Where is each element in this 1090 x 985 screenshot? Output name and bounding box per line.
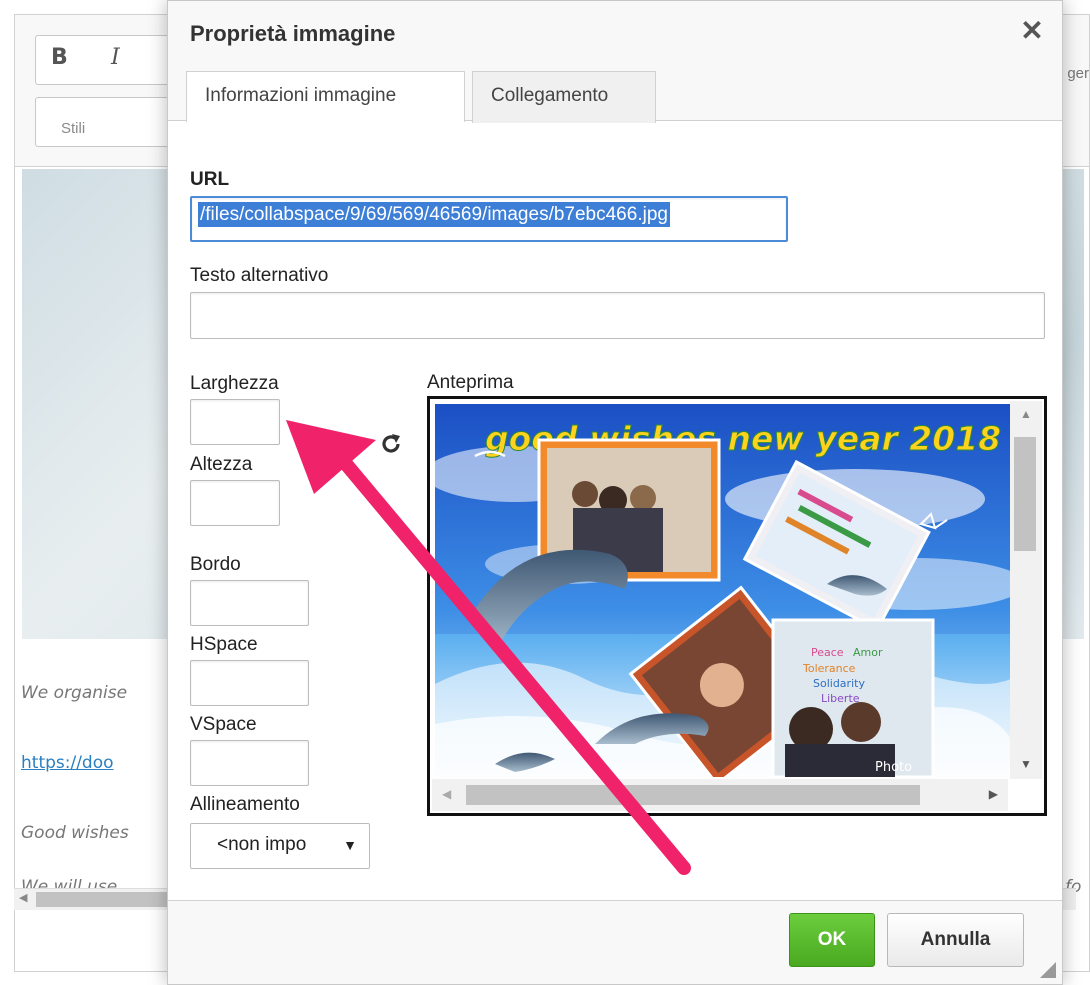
url-input-value: /files/collabspace/9/69/569/46569/images… — [198, 202, 670, 227]
preview-board-word: Solidarity — [813, 677, 865, 690]
scroll-left-icon[interactable]: ◀ — [19, 891, 27, 904]
chevron-down-icon: ▼ — [343, 837, 357, 853]
vspace-input[interactable] — [190, 740, 309, 786]
url-label: URL — [190, 169, 230, 190]
dialog-title: Proprietà immagine — [190, 21, 396, 46]
preview-photo-tag: Photo — [875, 760, 912, 775]
scroll-down-icon[interactable]: ▼ — [1020, 757, 1032, 771]
border-label: Bordo — [190, 554, 241, 575]
preview-vertical-scrollbar[interactable]: ▲ ▼ — [1010, 401, 1042, 779]
dialog-footer: OK Annulla — [168, 900, 1062, 984]
ok-button[interactable]: OK — [789, 913, 875, 967]
image-properties-dialog: Proprietà immagine ✕ Informazioni immagi… — [167, 0, 1063, 985]
url-input[interactable]: /files/collabspace/9/69/569/46569/images… — [190, 196, 788, 242]
height-label: Altezza — [190, 454, 253, 475]
preview-board-word: Amor — [853, 646, 883, 659]
reset-size-icon[interactable] — [378, 431, 404, 457]
content-line: Good wishes — [21, 823, 129, 843]
resize-grip-icon[interactable] — [1040, 962, 1056, 978]
tab-link[interactable]: Collegamento — [472, 71, 656, 123]
cancel-button[interactable]: Annulla — [887, 913, 1024, 967]
vspace-label: VSpace — [190, 714, 257, 735]
scrollbar-thumb[interactable] — [466, 785, 920, 805]
scrollbar-thumb[interactable] — [1014, 437, 1036, 551]
alignment-select[interactable]: <non impo ▼ — [190, 823, 370, 869]
dialog-header: Proprietà immagine ✕ Informazioni immagi… — [168, 1, 1062, 123]
alignment-selected-value: <non impo — [217, 834, 307, 855]
preview-image: good wishes new year 2018 Peace Amor Tol… — [435, 404, 1011, 777]
italic-button[interactable]: I — [111, 45, 120, 70]
scroll-left-icon[interactable]: ◀ — [442, 787, 451, 801]
lock-ratio-icon[interactable] — [333, 435, 355, 459]
border-input[interactable] — [190, 580, 309, 626]
close-icon[interactable]: ✕ — [1016, 15, 1048, 47]
content-line: We organise — [21, 683, 128, 703]
styles-dropdown-label: Stili — [61, 120, 86, 137]
width-input[interactable] — [190, 399, 280, 445]
preview-label: Anteprima — [427, 372, 514, 393]
scroll-right-icon[interactable]: ▶ — [989, 787, 998, 801]
preview-horizontal-scrollbar[interactable]: ◀ ▶ — [432, 779, 1008, 811]
preview-board-word: Liberte — [821, 692, 860, 705]
width-label: Larghezza — [190, 373, 279, 394]
height-input[interactable] — [190, 480, 280, 526]
hspace-label: HSpace — [190, 634, 258, 655]
scroll-up-icon[interactable]: ▲ — [1020, 407, 1032, 421]
image-preview: good wishes new year 2018 Peace Amor Tol… — [427, 396, 1047, 816]
alt-text-input[interactable] — [190, 292, 1045, 339]
preview-board-word: Peace — [811, 646, 844, 659]
content-link[interactable]: https://doo — [21, 753, 114, 773]
alignment-label: Allineamento — [190, 794, 300, 815]
bold-button[interactable]: B — [51, 45, 68, 70]
preview-board-word: Tolerance — [802, 662, 856, 675]
toolbar-right-fragment: ger — [1067, 65, 1089, 82]
alt-text-label: Testo alternativo — [190, 265, 329, 286]
hspace-input[interactable] — [190, 660, 309, 706]
tab-image-info[interactable]: Informazioni immagine — [186, 71, 465, 122]
